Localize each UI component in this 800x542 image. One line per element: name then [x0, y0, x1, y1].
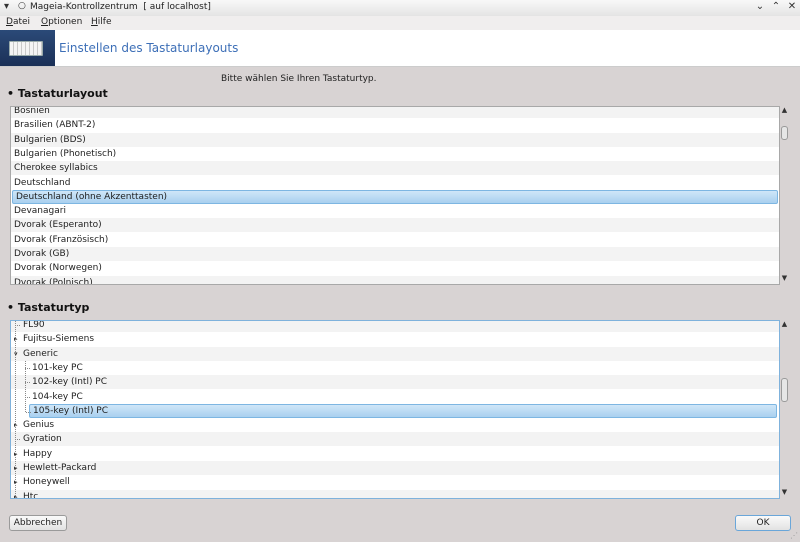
layout-list-item[interactable]: Bulgarien (Phonetisch) [11, 147, 779, 161]
scroll-up-icon[interactable]: ▲ [780, 106, 789, 115]
tree-item-label: 102-key (Intl) PC [32, 377, 108, 388]
window-title: Mageia-Kontrollzentrum [ auf localhost] [30, 2, 211, 12]
tree-item-label: Happy [23, 448, 53, 459]
list-item-label: Bosnien [14, 106, 50, 116]
layout-list-item[interactable]: Bosnien [11, 106, 779, 118]
layout-list-item[interactable]: Deutschland [11, 176, 779, 190]
tree-item-label: 101-key PC [32, 362, 83, 373]
menu-datei[interactable]: Datei [6, 17, 30, 27]
tree-item-label: FL90 [23, 320, 45, 330]
tree-item[interactable]: ▾ Generic [11, 346, 779, 361]
tree-item[interactable]: 105-key (Intl) PC [26, 403, 777, 418]
keyboard-icon [9, 41, 43, 56]
scroll-thumb[interactable] [781, 378, 788, 402]
layout-list-item[interactable]: Dvorak (Norwegen) [11, 261, 779, 275]
tree-item[interactable]: FL90 [11, 320, 779, 332]
tree-item-label: 105-key (Intl) PC [33, 405, 109, 416]
list-item-label: Bulgarien (BDS) [14, 134, 86, 145]
list-item-label: Dvorak (Esperanto) [14, 220, 102, 231]
banner-logo [0, 30, 55, 66]
menu-hilfe[interactable]: Hilfe [91, 17, 112, 27]
cancel-button[interactable]: Abbrechen [9, 515, 67, 531]
list-item-label: Dvorak (Französisch) [14, 234, 109, 245]
tree-guide-line [25, 360, 26, 413]
layout-list-item[interactable]: Brasilien (ABNT-2) [11, 118, 779, 132]
menu-optionen[interactable]: Optionen [41, 17, 82, 27]
close-icon[interactable]: ✕ [786, 1, 798, 12]
tree-item[interactable]: 101-key PC [11, 361, 779, 375]
type-section-title: • Tastaturtyp [7, 301, 90, 314]
layout-list-item[interactable]: Dvorak (Esperanto) [11, 218, 779, 233]
tree-item-label: 104-key PC [32, 391, 83, 402]
scroll-thumb[interactable] [781, 126, 788, 140]
window-titlebar[interactable]: ▾ ○ Mageia-Kontrollzentrum [ auf localho… [0, 0, 800, 17]
list-item-label: Dvorak (Polnisch) [14, 277, 93, 285]
type-scrollbar[interactable]: ▲ ▼ [780, 320, 789, 497]
list-item-label: Devanagari [14, 206, 66, 217]
tree-item[interactable]: ▸ Happy [11, 447, 779, 461]
tree-guide-line [15, 321, 16, 498]
scroll-up-icon[interactable]: ▲ [780, 320, 789, 329]
tree-item[interactable]: 102-key (Intl) PC [11, 375, 779, 390]
tree-item-label: Htc [23, 491, 39, 499]
tree-item[interactable]: ▸ Fujitsu-Siemens [11, 332, 779, 346]
list-item-label: Brasilien (ABNT-2) [14, 120, 96, 131]
tree-item[interactable]: ▸ Htc [11, 489, 779, 499]
keyboard-type-tree[interactable]: FL90 ▸ Fujitsu-Siemens ▾ Generic 101-key PC 10… [10, 320, 780, 499]
tree-item[interactable]: 104-key PC [11, 390, 779, 404]
layout-list[interactable]: Bosnien Brasilien (ABNT-2) Bulgarien (BDS)… [10, 106, 780, 285]
tree-item-label: Honeywell [23, 477, 70, 488]
scroll-down-icon[interactable]: ▼ [780, 274, 789, 283]
layout-list-item[interactable]: Deutschland (ohne Akzenttasten) [12, 189, 778, 204]
layout-list-item[interactable]: Dvorak (Polnisch) [11, 275, 779, 285]
layout-list-item[interactable]: Dvorak (GB) [11, 247, 779, 261]
tree-connector [26, 411, 31, 413]
minimize-icon[interactable]: ⌄ [754, 1, 766, 12]
pin-icon[interactable]: ○ [18, 1, 26, 11]
list-item-label: Deutschland [14, 177, 71, 188]
tree-item[interactable]: Gyration [11, 432, 779, 447]
list-item-label: Bulgarien (Phonetisch) [14, 148, 117, 159]
menubar: Datei Optionen Hilfe [0, 16, 800, 30]
ok-button[interactable]: OK [735, 515, 791, 531]
layout-list-item[interactable]: Devanagari [11, 204, 779, 218]
tree-item-label: Gyration [23, 434, 62, 445]
header-banner: Einstellen des Tastaturlayouts [0, 30, 800, 67]
layout-list-item[interactable]: Cherokee syllabics [11, 161, 779, 176]
layout-section-label: Tastaturlayout [17, 87, 108, 100]
list-item-label: Dvorak (GB) [14, 249, 70, 259]
resize-grip-icon[interactable]: ⋰ [790, 531, 798, 540]
list-item-label: Dvorak (Norwegen) [14, 263, 102, 274]
list-item-label: Cherokee syllabics [14, 163, 98, 174]
layout-list-item[interactable]: Dvorak (Französisch) [11, 233, 779, 247]
prompt-text: Bitte wählen Sie Ihren Tastaturtyp. [221, 74, 377, 84]
page-title: Einstellen des Tastaturlayouts [59, 41, 239, 55]
tree-item-label: Genius [23, 420, 55, 431]
tree-item[interactable]: ▸ Genius [11, 418, 779, 432]
type-section-label: Tastaturtyp [17, 301, 90, 314]
tree-item-label: Hewlett-Packard [23, 463, 97, 473]
tree-item[interactable]: ▸ Hewlett-Packard [11, 461, 779, 475]
window-menu-chevron-down-icon[interactable]: ▾ [4, 1, 9, 12]
maximize-icon[interactable]: ⌃ [770, 1, 782, 12]
tree-item-label: Fujitsu-Siemens [23, 334, 95, 345]
layout-scrollbar[interactable]: ▲ ▼ [780, 106, 789, 283]
layout-list-item[interactable]: Bulgarien (BDS) [11, 132, 779, 147]
tree-item-label: Generic [23, 348, 58, 359]
layout-section-title: • Tastaturlayout [7, 87, 108, 100]
scroll-down-icon[interactable]: ▼ [780, 488, 789, 497]
tree-item[interactable]: ▸ Honeywell [11, 475, 779, 489]
list-item-label: Deutschland (ohne Akzenttasten) [16, 191, 168, 202]
